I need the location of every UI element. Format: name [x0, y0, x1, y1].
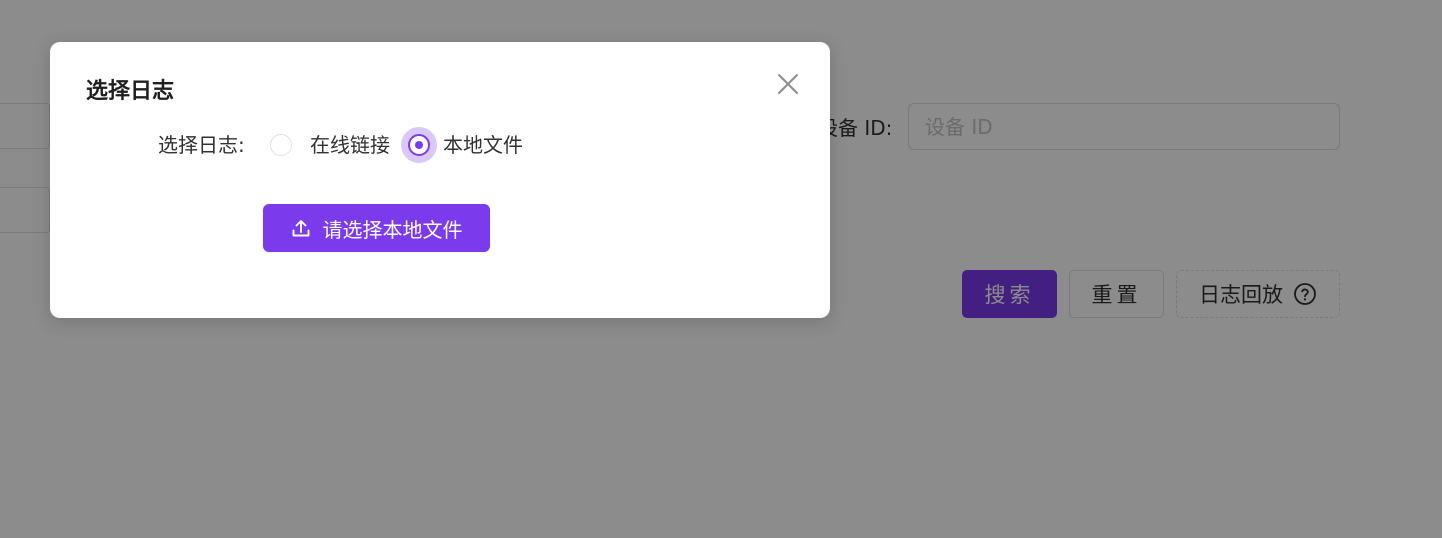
radio-online-link-label: 在线链接: [310, 133, 390, 157]
select-local-file-button[interactable]: 请选择本地文件: [263, 204, 490, 252]
upload-icon: [291, 218, 311, 238]
page: 设备 ID: 搜索 重置 日志回放 选择日志 选择日志: 在线链接: [0, 0, 1442, 538]
radio-local-file-circle[interactable]: [400, 126, 438, 164]
select-log-dialog: 选择日志 选择日志: 在线链接 本地文件 请选择本地文件: [50, 42, 830, 318]
select-local-file-label: 请选择本地文件: [322, 217, 463, 242]
radio-local-file[interactable]: 本地文件: [400, 126, 523, 164]
select-log-form-label: 选择日志:: [158, 133, 245, 157]
dialog-title: 选择日志: [86, 79, 175, 104]
radio-online-link[interactable]: 在线链接: [262, 126, 390, 164]
close-icon[interactable]: [774, 70, 802, 98]
radio-online-link-circle[interactable]: [262, 126, 300, 164]
radio-local-file-label: 本地文件: [443, 133, 523, 157]
